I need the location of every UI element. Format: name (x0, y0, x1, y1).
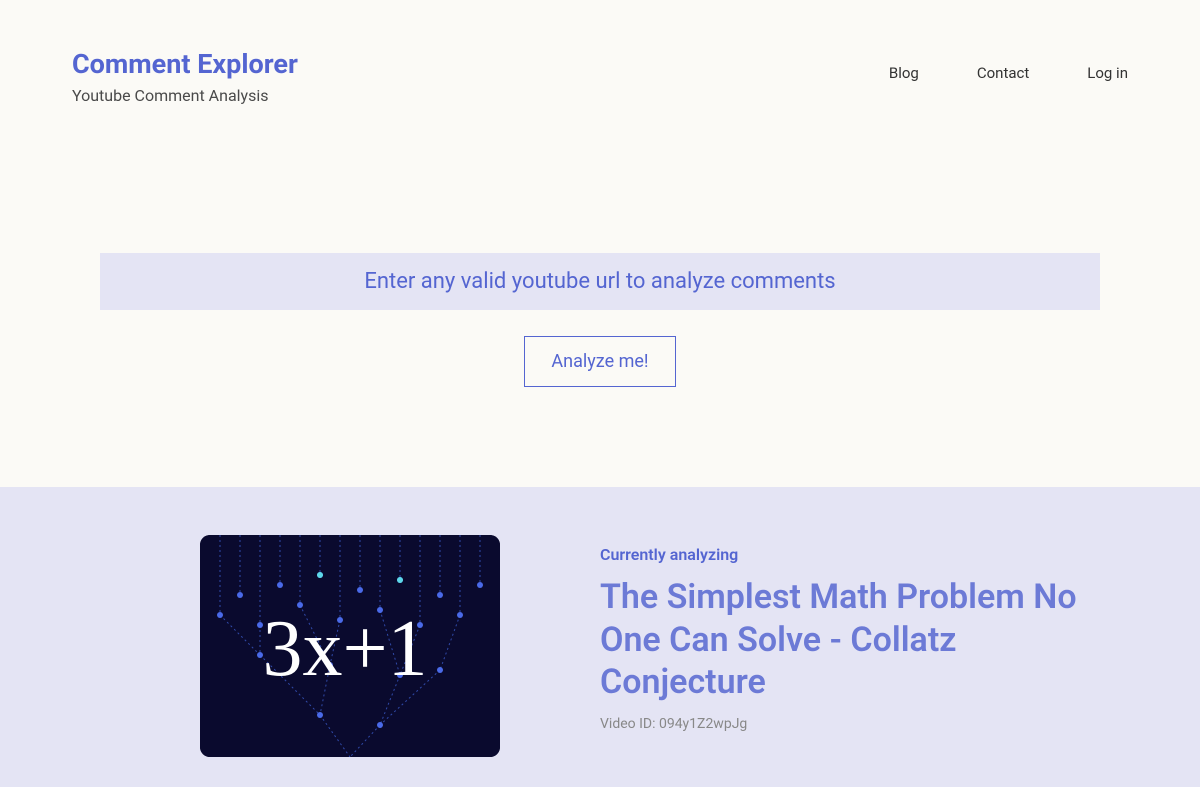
main-nav: Blog Contact Log in (889, 48, 1128, 82)
nav-blog[interactable]: Blog (889, 64, 919, 82)
analyzing-title: The Simplest Math Problem No One Can Sol… (600, 576, 1100, 704)
analyzing-info: Currently analyzing The Simplest Math Pr… (600, 535, 1200, 787)
nav-login[interactable]: Log in (1087, 64, 1128, 82)
video-thumbnail: 3x+1 (200, 535, 500, 757)
url-input[interactable] (100, 253, 1100, 310)
header: Comment Explorer Youtube Comment Analysi… (0, 0, 1200, 105)
thumbnail-image: 3x+1 (200, 535, 500, 757)
svg-text:3x+1: 3x+1 (262, 605, 427, 693)
logo-subtitle: Youtube Comment Analysis (72, 86, 298, 105)
search-section: Analyze me! (0, 253, 1200, 387)
logo-title: Comment Explorer (72, 48, 298, 80)
nav-contact[interactable]: Contact (977, 64, 1029, 82)
analyzing-section: 3x+1 Currently analyzing The Simplest Ma… (0, 487, 1200, 787)
logo-section: Comment Explorer Youtube Comment Analysi… (72, 48, 298, 105)
video-id-label: Video ID: 094y1Z2wpJg (600, 716, 1100, 732)
analyze-button[interactable]: Analyze me! (524, 336, 675, 387)
analyzing-label: Currently analyzing (600, 545, 1100, 564)
